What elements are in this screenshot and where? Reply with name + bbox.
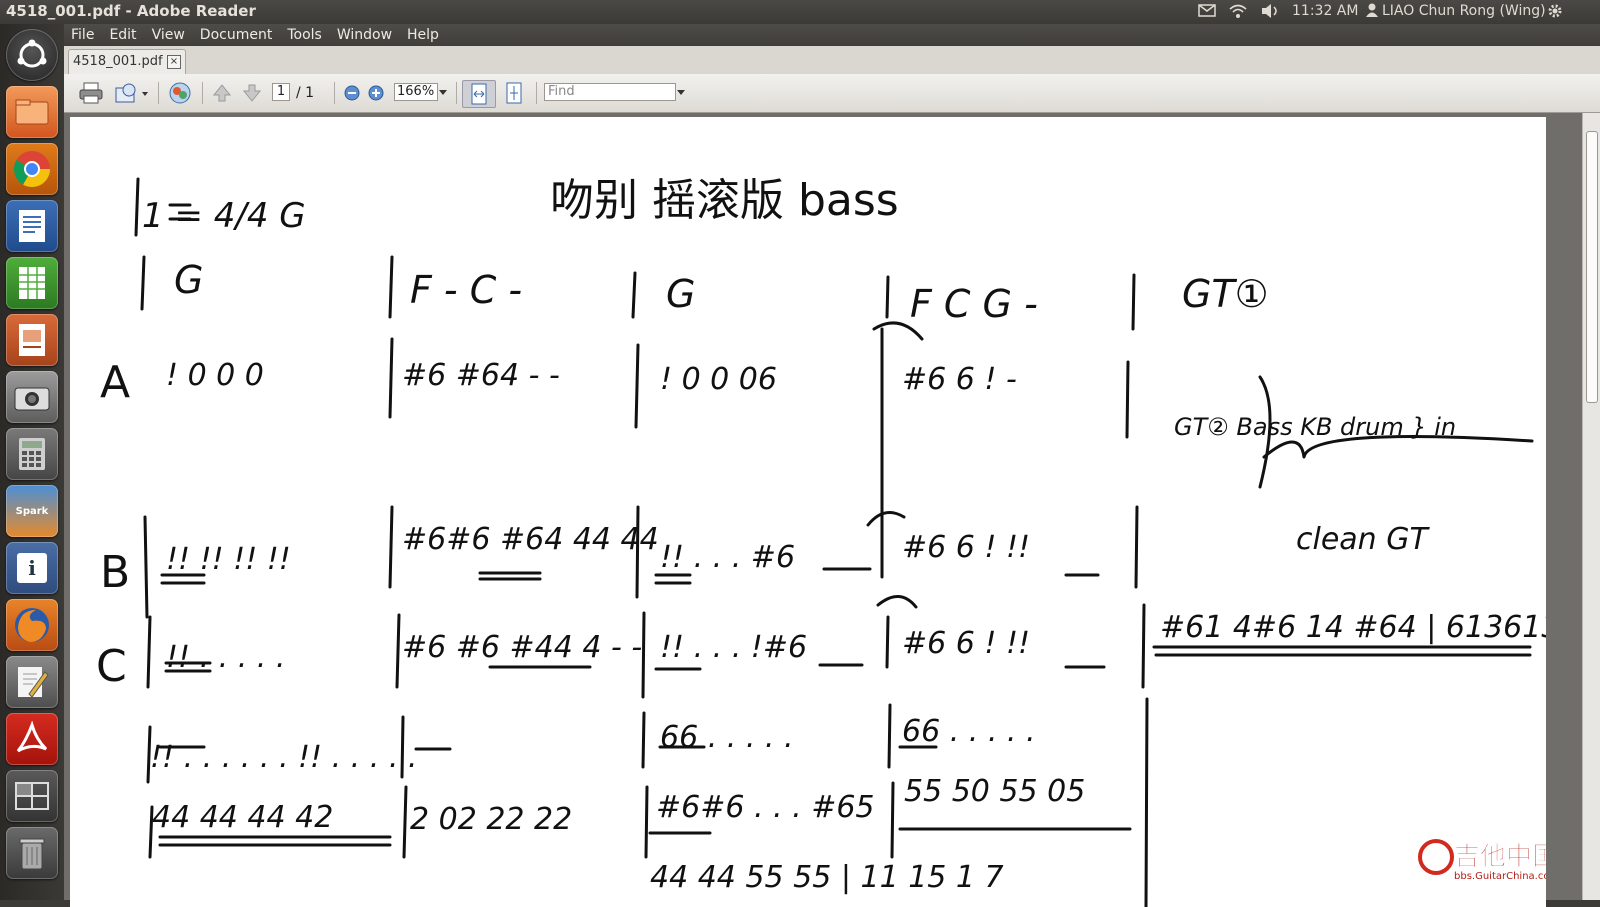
close-tab-icon[interactable]: × [167, 55, 181, 69]
chrome-icon[interactable] [6, 143, 58, 195]
zoom-level-select[interactable]: 166% [394, 83, 438, 101]
section-b-label: B [100, 547, 130, 598]
chord-2: F - C - [410, 268, 522, 312]
menu-window[interactable]: Window [337, 27, 392, 43]
svg-text:!! !! !! !!: !! !! !! !! [166, 542, 291, 577]
top-panel: 4518_001.pdf - Adobe Reader 11:32 AM LIA… [0, 0, 1600, 24]
svg-text:55 50 55 05: 55 50 55 05 [904, 774, 1085, 809]
files-icon[interactable] [6, 86, 58, 138]
clock[interactable]: 11:32 AM [1292, 3, 1358, 19]
section-c-label: C [96, 641, 127, 692]
find-input[interactable]: Find [544, 83, 676, 101]
user-icon [1366, 3, 1378, 21]
zoom-out-icon[interactable] [342, 80, 362, 106]
svg-text:#6 6 ! !!: #6 6 ! !! [902, 530, 1030, 565]
menu-file[interactable]: File [71, 27, 94, 43]
trash-icon[interactable] [6, 827, 58, 879]
svg-text:44 44 55 55 | 11 15 1 7: 44 44 55 55 | 11 15 1 7 [650, 860, 1004, 895]
impress-icon[interactable] [6, 314, 58, 366]
info-icon[interactable]: i [6, 542, 58, 594]
svg-text:!! . . . . . . !! . . . . .: !! . . . . . . !! . . . . . [150, 740, 417, 775]
fit-width-icon[interactable] [462, 80, 496, 108]
find-dropdown-icon[interactable] [676, 80, 686, 106]
svg-text:#61 4#6 14 #64 | 613613 65: #61 4#6 14 #64 | 613613 65 [1160, 610, 1546, 645]
menu-bar: File Edit View Document Tools Window Help [64, 24, 1600, 46]
calc-spreadsheet-icon[interactable] [6, 257, 58, 309]
spark-app-icon[interactable]: Spark [6, 485, 58, 537]
svg-text:66 . . . . .: 66 . . . . . [660, 720, 794, 755]
svg-text:#6 #64 - -: #6 #64 - - [402, 358, 560, 393]
menu-view[interactable]: View [152, 27, 185, 43]
svg-text:! 0 0 06: ! 0 0 06 [660, 362, 777, 397]
menu-edit[interactable]: Edit [109, 27, 136, 43]
vertical-scrollbar[interactable] [1582, 113, 1600, 900]
page-total: / 1 [296, 85, 315, 101]
fit-page-icon[interactable] [500, 80, 528, 106]
chord-4: F C G - [910, 282, 1038, 326]
previous-page-icon[interactable] [210, 80, 234, 106]
document-viewport[interactable]: A B C G F - C - G F C G - GT① 1 = 4/4 G … [64, 113, 1600, 907]
watermark-text: 吉他中国 [1454, 842, 1546, 872]
svg-text:#6#6 . . . #65: #6#6 . . . #65 [656, 790, 875, 825]
wifi-icon[interactable] [1228, 3, 1248, 23]
svg-text:!! . . . !#6: !! . . . !#6 [660, 630, 807, 665]
launcher: Spark i [0, 24, 64, 900]
menu-tools[interactable]: Tools [287, 27, 322, 43]
calculator-icon[interactable] [6, 428, 58, 480]
clean-gt-label: clean GT [1296, 522, 1430, 557]
firefox-icon[interactable] [6, 599, 58, 651]
toolbar: 1 / 1 166% Find [64, 74, 1600, 113]
document-tab-label: 4518_001.pdf [73, 54, 163, 69]
svg-text:#6 6 ! !!: #6 6 ! !! [902, 626, 1030, 661]
workspace-switcher-icon[interactable] [6, 770, 58, 822]
svg-text:#6#6 #64 44 44: #6#6 #64 44 44 [402, 522, 659, 557]
user-name[interactable]: LIAO Chun Rong (Wing) [1382, 3, 1546, 19]
camera-icon[interactable] [6, 371, 58, 423]
collaborate-icon[interactable] [166, 80, 194, 106]
gt1-label: GT① [1182, 272, 1269, 316]
svg-text:44 44 44 42: 44 44 44 42 [152, 800, 333, 835]
score-title: 吻别 摇滚版 bass [550, 175, 899, 226]
zoom-in-icon[interactable] [366, 80, 386, 106]
intro-instruments: GT② Bass KB drum } in [1174, 413, 1456, 441]
pdf-page[interactable]: A B C G F - C - G F C G - GT① 1 = 4/4 G … [70, 117, 1546, 907]
svg-text:!! . . . . .: !! . . . . . [166, 640, 285, 675]
next-page-icon[interactable] [240, 80, 264, 106]
menu-document[interactable]: Document [200, 27, 273, 43]
svg-text:2 02 22 22: 2 02 22 22 [410, 802, 572, 837]
zoom-dropdown-icon[interactable] [438, 80, 448, 106]
email-share-icon[interactable] [114, 80, 150, 106]
window-title: 4518_001.pdf - Adobe Reader [6, 2, 256, 20]
mail-icon[interactable] [1198, 3, 1216, 21]
svg-text:#6 6 ! -: #6 6 ! - [902, 362, 1017, 397]
adobe-reader-icon[interactable] [6, 713, 58, 765]
svg-text:66 . . . . .: 66 . . . . . [902, 714, 1036, 749]
gear-icon[interactable] [1546, 2, 1564, 24]
info-label: i [17, 553, 47, 583]
menu-help[interactable]: Help [407, 27, 439, 43]
volume-icon[interactable] [1260, 3, 1280, 23]
chord-1: G [174, 258, 203, 302]
document-tab[interactable]: 4518_001.pdf × [68, 49, 186, 74]
chord-3: G [666, 272, 695, 316]
watermark-url: bbs.GuitarChina.com [1454, 871, 1546, 882]
print-icon[interactable] [78, 80, 104, 106]
scrollbar-thumb[interactable] [1586, 131, 1598, 403]
svg-text:#6 #6 #44 4 - -: #6 #6 #44 4 - - [402, 630, 642, 665]
spark-label: Spark [15, 505, 49, 517]
svg-text:! 0 0 0: ! 0 0 0 [166, 358, 264, 393]
svg-text:!! . . . #6: !! . . . #6 [660, 540, 795, 575]
tab-strip: 4518_001.pdf × [64, 46, 1600, 75]
page-number-input[interactable]: 1 [272, 83, 290, 101]
writer-icon[interactable] [6, 200, 58, 252]
dash-home-icon[interactable] [6, 29, 58, 81]
handwritten-score: A B C G F - C - G F C G - GT① 1 = 4/4 G … [96, 175, 1546, 907]
section-a-label: A [100, 357, 130, 408]
key-signature: 1 = 4/4 G [142, 196, 306, 236]
text-editor-icon[interactable] [6, 656, 58, 708]
